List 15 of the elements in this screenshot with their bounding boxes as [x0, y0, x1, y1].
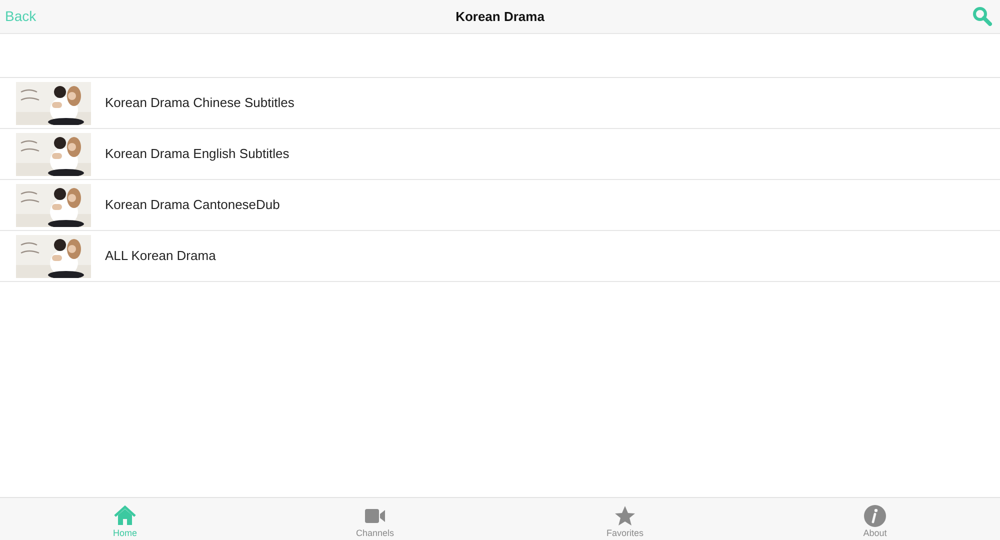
tab[interactable]: About [845, 498, 905, 540]
home-icon [113, 504, 137, 528]
back-link[interactable]: Back [0, 6, 42, 27]
list-item[interactable]: Korean Drama English Subtitles [0, 129, 1000, 180]
page-title: Korean Drama [456, 8, 544, 26]
info-icon [863, 504, 887, 528]
tab[interactable]: Home [95, 498, 155, 540]
list-item[interactable]: Korean Drama Chinese Subtitles [0, 78, 1000, 129]
tab[interactable]: Favorites [595, 498, 655, 540]
list-item[interactable]: ALL Korean Drama [0, 231, 1000, 282]
list-item[interactable]: Korean Drama CantoneseDub [0, 180, 1000, 231]
search-icon [972, 6, 992, 26]
tab[interactable]: Channels [345, 498, 405, 540]
search-button[interactable] [972, 4, 992, 28]
star-icon [613, 504, 637, 528]
